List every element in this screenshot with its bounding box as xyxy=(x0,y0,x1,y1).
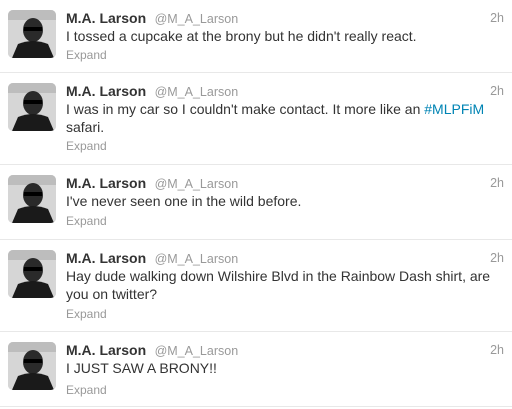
author-handle[interactable]: @M_A_Larson xyxy=(155,344,239,358)
tweet-header: M.A. Larson @M_A_Larson 2h xyxy=(66,174,504,192)
tweet-text-content: I JUST SAW A BRONY!! xyxy=(66,360,217,376)
tweet-header: M.A. Larson @M_A_Larson 2h xyxy=(66,82,504,100)
user-avatar[interactable] xyxy=(8,175,56,223)
user-avatar[interactable] xyxy=(8,342,56,390)
tweet-header: M.A. Larson @M_A_Larson 2h xyxy=(66,341,504,359)
hashtag-link[interactable]: #MLPFiM xyxy=(424,101,484,117)
tweet-text: Hay dude walking down Wilshire Blvd in t… xyxy=(66,267,502,303)
author-handle[interactable]: @M_A_Larson xyxy=(155,12,239,26)
tweet-text: I've never seen one in the wild before. xyxy=(66,192,502,210)
tweet-text-content: Hay dude walking down Wilshire Blvd in t… xyxy=(66,268,491,302)
author-name[interactable]: M.A. Larson xyxy=(66,83,146,99)
author-name[interactable]: M.A. Larson xyxy=(66,342,146,358)
user-avatar[interactable] xyxy=(8,250,56,298)
tweet-item[interactable]: M.A. Larson @M_A_Larson 2h I JUST SAW A … xyxy=(0,332,512,407)
author-name[interactable]: M.A. Larson xyxy=(66,250,146,266)
tweet-item[interactable]: M.A. Larson @M_A_Larson 2h I've never se… xyxy=(0,165,512,240)
tweet-text-before: I was in my car so I couldn't make conta… xyxy=(66,101,425,117)
author-name[interactable]: M.A. Larson xyxy=(66,10,146,26)
tweet-timestamp[interactable]: 2h xyxy=(490,82,504,100)
tweet-header: M.A. Larson @M_A_Larson 2h xyxy=(66,9,504,27)
tweet-item[interactable]: M.A. Larson @M_A_Larson 2h Hay dude walk… xyxy=(0,240,512,332)
tweet-header: M.A. Larson @M_A_Larson 2h xyxy=(66,249,504,267)
tweet-text-content: I tossed a cupcake at the brony but he d… xyxy=(66,28,417,44)
tweet-timestamp[interactable]: 2h xyxy=(490,9,504,27)
expand-link[interactable]: Expand xyxy=(66,307,107,321)
tweet-timestamp[interactable]: 2h xyxy=(490,249,504,267)
tweet-text: I JUST SAW A BRONY!! xyxy=(66,359,502,377)
tweet-timestamp[interactable]: 2h xyxy=(490,174,504,192)
expand-link[interactable]: Expand xyxy=(66,214,107,228)
tweet-timestamp[interactable]: 2h xyxy=(490,341,504,359)
user-avatar[interactable] xyxy=(8,83,56,131)
expand-link[interactable]: Expand xyxy=(66,383,107,397)
expand-link[interactable]: Expand xyxy=(66,48,107,62)
author-handle[interactable]: @M_A_Larson xyxy=(155,85,239,99)
author-handle[interactable]: @M_A_Larson xyxy=(155,252,239,266)
tweet-timeline: M.A. Larson @M_A_Larson 2h I tossed a cu… xyxy=(0,0,512,409)
tweet-text: I tossed a cupcake at the brony but he d… xyxy=(66,27,502,45)
tweet-item[interactable]: M.A. Larson @M_A_Larson 2h I was in my c… xyxy=(0,73,512,165)
author-name[interactable]: M.A. Larson xyxy=(66,175,146,191)
author-handle[interactable]: @M_A_Larson xyxy=(155,177,239,191)
expand-link[interactable]: Expand xyxy=(66,139,107,153)
tweet-text-content: I've never seen one in the wild before. xyxy=(66,193,302,209)
tweet-item[interactable]: M.A. Larson @M_A_Larson 2h I tossed a cu… xyxy=(0,0,512,73)
tweet-text: I was in my car so I couldn't make conta… xyxy=(66,100,502,136)
tweet-text-after: safari. xyxy=(66,119,105,135)
user-avatar[interactable] xyxy=(8,10,56,58)
